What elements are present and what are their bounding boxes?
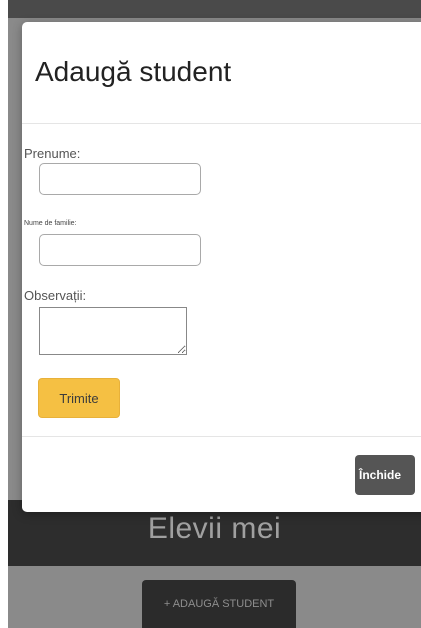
screen: Elevii mei + ADAUGĂ STUDENT Adaugă stude…: [0, 0, 421, 628]
modal-title: Adaugă student: [35, 56, 232, 87]
add-student-button[interactable]: + ADAUGĂ STUDENT: [142, 580, 296, 628]
last-name-label: Nume de familie:: [24, 220, 77, 227]
notes-label: Observații:: [24, 288, 87, 303]
add-student-modal: Adaugă student Prenume: Nume de familie:…: [22, 22, 421, 512]
first-name-input[interactable]: [39, 163, 201, 195]
backdrop-top-strip: [8, 0, 421, 18]
page-title: Elevii mei: [147, 512, 282, 545]
submit-button[interactable]: Trimite: [38, 378, 120, 418]
modal-header: Adaugă student: [22, 22, 421, 124]
last-name-input[interactable]: [39, 234, 201, 266]
close-button[interactable]: Închide: [355, 455, 415, 495]
notes-textarea[interactable]: [39, 307, 187, 355]
modal-footer: Închide: [22, 436, 421, 513]
first-name-label: Prenume:: [24, 146, 81, 161]
